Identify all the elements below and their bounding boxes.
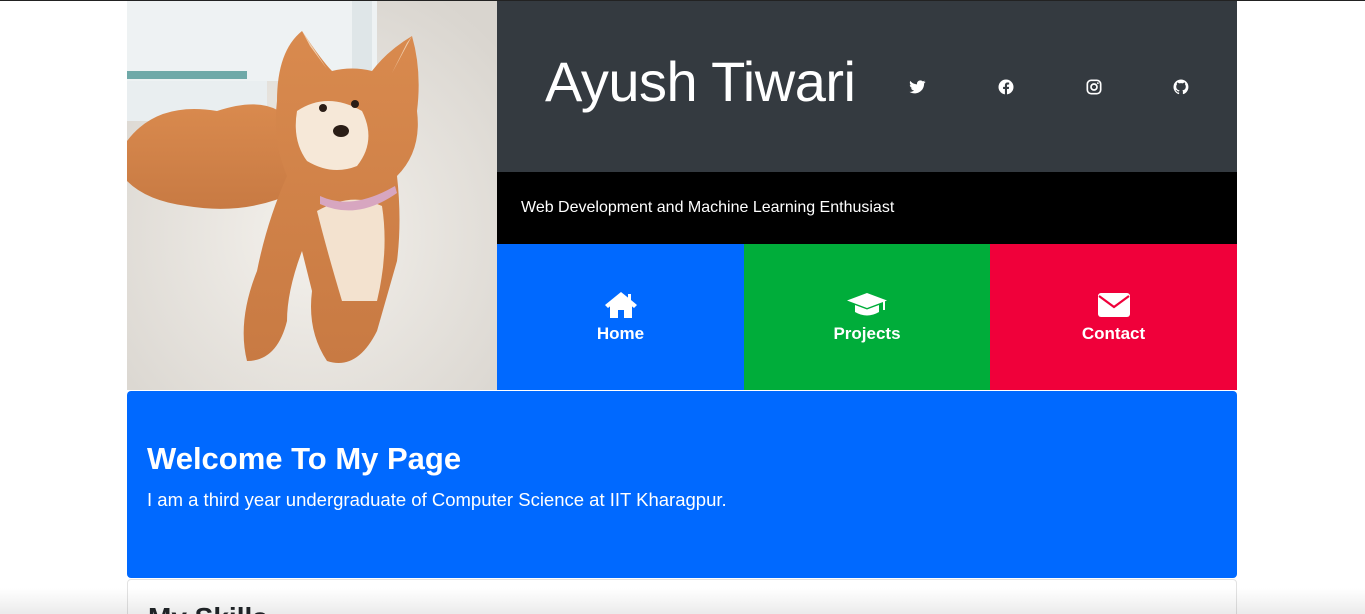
facebook-link[interactable] [996, 77, 1016, 97]
welcome-text: I am a third year undergraduate of Compu… [147, 489, 727, 510]
twitter-link[interactable] [907, 77, 927, 97]
profile-photo [127, 1, 497, 390]
welcome-section: Welcome To My Page I am a third year und… [127, 391, 1237, 578]
welcome-title: Welcome To My Page [147, 441, 462, 476]
graduation-cap-icon [744, 290, 990, 320]
tagline-bar: Web Development and Machine Learning Ent… [497, 172, 1237, 244]
nav-contact[interactable]: Contact [990, 244, 1237, 390]
skills-section: My Skills [127, 579, 1237, 614]
facebook-icon [996, 77, 1016, 97]
skills-title: My Skills [148, 602, 268, 614]
instagram-link[interactable] [1084, 77, 1104, 97]
instagram-icon [1084, 77, 1104, 97]
nav-projects-label: Projects [833, 324, 901, 343]
nav-home-label: Home [596, 324, 645, 343]
nav-contact-label: Contact [1081, 324, 1146, 343]
header-bar: Ayush Tiwari [497, 1, 1237, 172]
nav-projects[interactable]: Projects [744, 244, 990, 390]
twitter-icon [907, 77, 927, 97]
tagline-text: Web Development and Machine Learning Ent… [521, 199, 895, 216]
nav-home[interactable]: Home [497, 244, 744, 390]
github-link[interactable] [1171, 77, 1191, 97]
site-title: Ayush Tiwari [545, 50, 856, 113]
envelope-icon [990, 290, 1237, 320]
home-icon [497, 290, 744, 320]
github-icon [1171, 77, 1191, 97]
